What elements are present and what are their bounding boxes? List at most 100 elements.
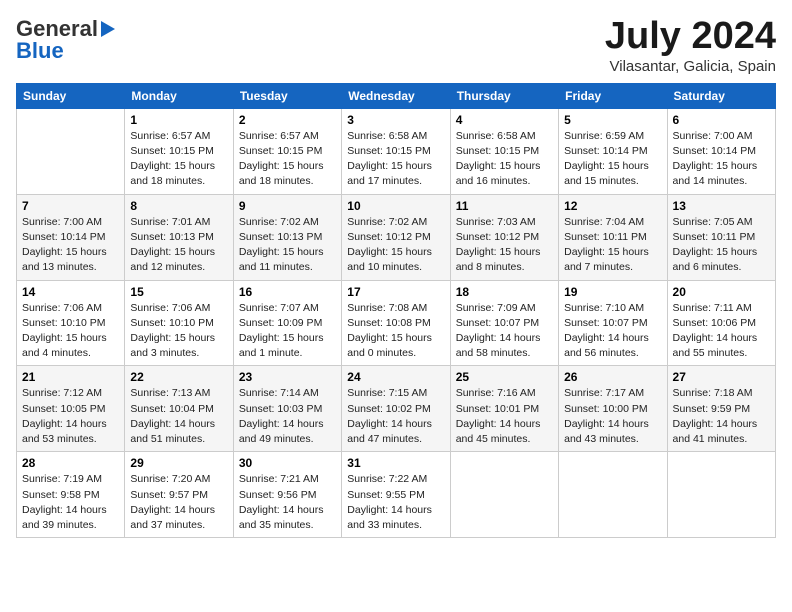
- calendar-cell: 17 Sunrise: 7:08 AM Sunset: 10:08 PM Dayl…: [342, 280, 450, 366]
- location-subtitle: Vilasantar, Galicia, Spain: [605, 58, 776, 75]
- day-number: 24: [347, 370, 444, 384]
- page-header: General Blue July 2024 Vilasantar, Galic…: [16, 16, 776, 75]
- calendar-cell: 13 Sunrise: 7:05 AM Sunset: 10:11 PM Dayl…: [667, 194, 775, 280]
- day-number: 1: [130, 113, 227, 127]
- calendar-cell: 12Sunrise: 7:04 AM Sunset: 10:11 PM Dayl…: [559, 194, 667, 280]
- day-info: Sunrise: 6:58 AM Sunset: 10:15 PM Daylig…: [347, 129, 444, 190]
- day-info: Sunrise: 7:16 AM Sunset: 10:01 PM Daylig…: [456, 386, 553, 447]
- weekday-header-sunday: Sunday: [17, 83, 125, 108]
- day-info: Sunrise: 7:05 AM Sunset: 10:11 PM Daylig…: [673, 215, 770, 276]
- day-number: 5: [564, 113, 661, 127]
- day-number: 4: [456, 113, 553, 127]
- day-number: 31: [347, 456, 444, 470]
- logo-triangle-icon: [99, 19, 117, 39]
- day-number: 10: [347, 199, 444, 213]
- day-number: 11: [456, 199, 553, 213]
- day-info: Sunrise: 7:04 AM Sunset: 10:11 PM Daylig…: [564, 215, 661, 276]
- day-number: 2: [239, 113, 336, 127]
- day-info: Sunrise: 7:18 AM Sunset: 9:59 PM Dayligh…: [673, 386, 770, 447]
- day-info: Sunrise: 7:15 AM Sunset: 10:02 PM Daylig…: [347, 386, 444, 447]
- calendar-week-row: 14 Sunrise: 7:06 AM Sunset: 10:10 PM Dayl…: [17, 280, 776, 366]
- day-info: Sunrise: 7:03 AM Sunset: 10:12 PM Daylig…: [456, 215, 553, 276]
- logo-blue: Blue: [16, 38, 64, 64]
- day-info: Sunrise: 6:57 AM Sunset: 10:15 PM Daylig…: [130, 129, 227, 190]
- calendar-week-row: 1 Sunrise: 6:57 AM Sunset: 10:15 PM Dayli…: [17, 108, 776, 194]
- day-number: 7: [22, 199, 119, 213]
- day-number: 6: [673, 113, 770, 127]
- calendar-cell: 10Sunrise: 7:02 AM Sunset: 10:12 PM Dayl…: [342, 194, 450, 280]
- day-number: 9: [239, 199, 336, 213]
- calendar-cell: 5 Sunrise: 6:59 AM Sunset: 10:14 PM Dayli…: [559, 108, 667, 194]
- calendar-cell: 7Sunrise: 7:00 AM Sunset: 10:14 PM Dayli…: [17, 194, 125, 280]
- day-info: Sunrise: 7:02 AM Sunset: 10:13 PM Daylig…: [239, 215, 336, 276]
- calendar-cell: 26 Sunrise: 7:17 AM Sunset: 10:00 PM Dayl…: [559, 366, 667, 452]
- day-info: Sunrise: 7:06 AM Sunset: 10:10 PM Daylig…: [130, 301, 227, 362]
- weekday-header-row: SundayMondayTuesdayWednesdayThursdayFrid…: [17, 83, 776, 108]
- calendar-cell: [17, 108, 125, 194]
- day-number: 23: [239, 370, 336, 384]
- day-number: 13: [673, 199, 770, 213]
- day-number: 15: [130, 285, 227, 299]
- calendar-cell: 3 Sunrise: 6:58 AM Sunset: 10:15 PM Dayli…: [342, 108, 450, 194]
- day-info: Sunrise: 7:08 AM Sunset: 10:08 PM Daylig…: [347, 301, 444, 362]
- weekday-header-tuesday: Tuesday: [233, 83, 341, 108]
- calendar-cell: [450, 452, 558, 538]
- day-number: 29: [130, 456, 227, 470]
- day-number: 3: [347, 113, 444, 127]
- day-number: 16: [239, 285, 336, 299]
- weekday-header-wednesday: Wednesday: [342, 83, 450, 108]
- day-number: 8: [130, 199, 227, 213]
- calendar-cell: 2 Sunrise: 6:57 AM Sunset: 10:15 PM Dayli…: [233, 108, 341, 194]
- day-number: 26: [564, 370, 661, 384]
- calendar-cell: 4 Sunrise: 6:58 AM Sunset: 10:15 PM Dayli…: [450, 108, 558, 194]
- calendar-cell: 19 Sunrise: 7:10 AM Sunset: 10:07 PM Dayl…: [559, 280, 667, 366]
- day-number: 25: [456, 370, 553, 384]
- calendar-cell: 18 Sunrise: 7:09 AM Sunset: 10:07 PM Dayl…: [450, 280, 558, 366]
- calendar-cell: 16 Sunrise: 7:07 AM Sunset: 10:09 PM Dayl…: [233, 280, 341, 366]
- calendar-cell: 6Sunrise: 7:00 AM Sunset: 10:14 PM Dayli…: [667, 108, 775, 194]
- day-number: 18: [456, 285, 553, 299]
- calendar-cell: 1 Sunrise: 6:57 AM Sunset: 10:15 PM Dayli…: [125, 108, 233, 194]
- day-info: Sunrise: 7:07 AM Sunset: 10:09 PM Daylig…: [239, 301, 336, 362]
- day-info: Sunrise: 7:19 AM Sunset: 9:58 PM Dayligh…: [22, 472, 119, 533]
- calendar-week-row: 28 Sunrise: 7:19 AM Sunset: 9:58 PM Dayli…: [17, 452, 776, 538]
- month-title: July 2024: [605, 16, 776, 58]
- day-info: Sunrise: 7:09 AM Sunset: 10:07 PM Daylig…: [456, 301, 553, 362]
- day-number: 20: [673, 285, 770, 299]
- weekday-header-thursday: Thursday: [450, 83, 558, 108]
- day-info: Sunrise: 7:22 AM Sunset: 9:55 PM Dayligh…: [347, 472, 444, 533]
- day-number: 17: [347, 285, 444, 299]
- weekday-header-monday: Monday: [125, 83, 233, 108]
- calendar-cell: 25 Sunrise: 7:16 AM Sunset: 10:01 PM Dayl…: [450, 366, 558, 452]
- day-info: Sunrise: 7:01 AM Sunset: 10:13 PM Daylig…: [130, 215, 227, 276]
- day-number: 22: [130, 370, 227, 384]
- calendar-cell: 11 Sunrise: 7:03 AM Sunset: 10:12 PM Dayl…: [450, 194, 558, 280]
- calendar-cell: 15 Sunrise: 7:06 AM Sunset: 10:10 PM Dayl…: [125, 280, 233, 366]
- calendar-cell: 31 Sunrise: 7:22 AM Sunset: 9:55 PM Dayli…: [342, 452, 450, 538]
- calendar-cell: 22 Sunrise: 7:13 AM Sunset: 10:04 PM Dayl…: [125, 366, 233, 452]
- calendar-cell: 21Sunrise: 7:12 AM Sunset: 10:05 PM Dayl…: [17, 366, 125, 452]
- calendar-cell: 9 Sunrise: 7:02 AM Sunset: 10:13 PM Dayli…: [233, 194, 341, 280]
- title-block: July 2024 Vilasantar, Galicia, Spain: [605, 16, 776, 75]
- day-number: 28: [22, 456, 119, 470]
- day-info: Sunrise: 6:58 AM Sunset: 10:15 PM Daylig…: [456, 129, 553, 190]
- calendar-cell: 28 Sunrise: 7:19 AM Sunset: 9:58 PM Dayli…: [17, 452, 125, 538]
- day-info: Sunrise: 7:17 AM Sunset: 10:00 PM Daylig…: [564, 386, 661, 447]
- day-number: 19: [564, 285, 661, 299]
- weekday-header-friday: Friday: [559, 83, 667, 108]
- day-info: Sunrise: 7:06 AM Sunset: 10:10 PM Daylig…: [22, 301, 119, 362]
- day-info: Sunrise: 6:57 AM Sunset: 10:15 PM Daylig…: [239, 129, 336, 190]
- day-info: Sunrise: 6:59 AM Sunset: 10:14 PM Daylig…: [564, 129, 661, 190]
- day-number: 14: [22, 285, 119, 299]
- day-info: Sunrise: 7:10 AM Sunset: 10:07 PM Daylig…: [564, 301, 661, 362]
- calendar-cell: 23 Sunrise: 7:14 AM Sunset: 10:03 PM Dayl…: [233, 366, 341, 452]
- weekday-header-saturday: Saturday: [667, 83, 775, 108]
- day-number: 30: [239, 456, 336, 470]
- day-info: Sunrise: 7:14 AM Sunset: 10:03 PM Daylig…: [239, 386, 336, 447]
- calendar-cell: 8 Sunrise: 7:01 AM Sunset: 10:13 PM Dayli…: [125, 194, 233, 280]
- calendar-cell: [559, 452, 667, 538]
- calendar-cell: 20Sunrise: 7:11 AM Sunset: 10:06 PM Dayl…: [667, 280, 775, 366]
- day-number: 21: [22, 370, 119, 384]
- calendar-cell: 29Sunrise: 7:20 AM Sunset: 9:57 PM Dayli…: [125, 452, 233, 538]
- day-info: Sunrise: 7:13 AM Sunset: 10:04 PM Daylig…: [130, 386, 227, 447]
